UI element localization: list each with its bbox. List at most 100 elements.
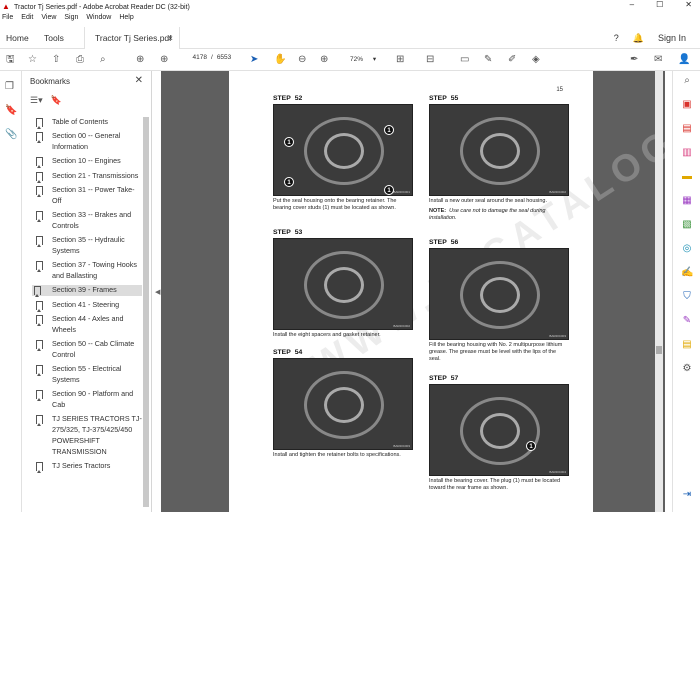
bookmark-icon bbox=[36, 340, 43, 352]
photo-ring bbox=[324, 387, 364, 423]
request-signature-icon[interactable]: ✎ bbox=[681, 315, 693, 327]
edit-pdf-icon[interactable]: ▥ bbox=[681, 147, 693, 159]
step-photo: BAR20C003 bbox=[273, 358, 413, 450]
tab-document[interactable]: Tractor Tj Series.pdf × bbox=[84, 27, 180, 49]
print-icon[interactable]: ⎙ bbox=[76, 53, 84, 67]
bookmark-item[interactable]: Section 21 - Transmissions bbox=[34, 170, 142, 183]
step-caption: Fill the bearing housing with No. 2 mult… bbox=[429, 342, 563, 362]
zoom-in-icon[interactable]: ⊕ bbox=[320, 53, 328, 67]
bookmark-item[interactable]: TJ Series Tractors bbox=[34, 461, 142, 474]
step-caption: Put the seal housing onto the bearing re… bbox=[273, 198, 397, 211]
bookmarks-icon[interactable]: 🔖 bbox=[5, 105, 17, 116]
sign-pen-icon[interactable]: ✒ bbox=[630, 53, 638, 67]
bookmark-item[interactable]: Section 50 -- Cab Climate Control bbox=[34, 339, 142, 361]
comment-icon[interactable]: ▭ bbox=[460, 53, 469, 67]
bookmark-label: Section 90 - Platform and Cab bbox=[52, 389, 134, 410]
close-tab-button[interactable]: × bbox=[168, 27, 173, 49]
bookmark-item[interactable]: Section 41 - Steering bbox=[34, 300, 142, 312]
export-pdf-icon[interactable]: ▣ bbox=[681, 99, 693, 111]
search-icon[interactable]: ⌕ bbox=[100, 53, 106, 67]
bookmark-item[interactable]: Section 31 -- Power Take-Off bbox=[34, 185, 142, 207]
attachments-icon[interactable]: 📎 bbox=[5, 129, 17, 140]
menu-window[interactable]: Window bbox=[86, 14, 111, 26]
bookmark-item[interactable]: Section 37 - Towing Hooks and Ballasting bbox=[34, 260, 142, 282]
highlight-pen-icon[interactable]: ✎ bbox=[484, 53, 492, 67]
close-window-button[interactable]: ✕ bbox=[685, 0, 692, 9]
menu-view[interactable]: View bbox=[41, 14, 56, 26]
bookmark-add-icon[interactable]: 🔖 bbox=[51, 95, 62, 106]
vertical-scrollbar[interactable] bbox=[655, 71, 663, 512]
document-viewer[interactable]: WWW.EPCATALOGS.COM 15 STEP 52 BAR20C001 1 1 1… bbox=[161, 71, 665, 512]
bookmark-item[interactable]: Table of Contents bbox=[34, 117, 142, 129]
bookmark-item[interactable]: Section 35 -- Hydraulic Systems bbox=[34, 235, 142, 257]
bookmarks-scroll-thumb[interactable] bbox=[143, 117, 149, 507]
upload-icon[interactable]: ⇧ bbox=[52, 53, 60, 67]
bookmark-item[interactable]: Section 55 - Electrical Systems bbox=[34, 364, 142, 386]
search-tool-icon[interactable]: ⌕ bbox=[681, 75, 693, 87]
callout-marker: 1 bbox=[384, 125, 394, 135]
menu-help[interactable]: Help bbox=[119, 14, 133, 26]
fill-sign-icon[interactable]: ✍ bbox=[681, 267, 693, 279]
organize-pages-icon[interactable]: ▧ bbox=[681, 219, 693, 231]
notification-bell-icon[interactable]: 🔔 bbox=[633, 33, 644, 44]
chevron-down-icon: ▾ bbox=[372, 56, 377, 63]
comment-tool-icon[interactable]: ▬ bbox=[681, 171, 693, 183]
photo-ring bbox=[324, 133, 364, 169]
scroll-thumb[interactable] bbox=[656, 346, 662, 354]
bookmark-label: Section 00 -- General Information bbox=[52, 131, 121, 152]
sign-in-button[interactable]: Sign In bbox=[658, 33, 686, 43]
bookmark-item[interactable]: TJ SERIES TRACTORS TJ-275/325, TJ-375/42… bbox=[34, 414, 142, 457]
page-thumbnails-icon[interactable]: ❐ bbox=[5, 81, 14, 92]
combine-files-icon[interactable]: ▦ bbox=[681, 195, 693, 207]
bookmark-label: Section 21 - Transmissions bbox=[52, 170, 139, 180]
hand-tool-icon[interactable]: ✋ bbox=[274, 53, 286, 67]
bookmark-item[interactable]: Section 39 - Frames bbox=[32, 285, 142, 298]
step-block: STEP 54 BAR20C003 Install and tighten the r… bbox=[273, 349, 419, 459]
more-tools-icon[interactable]: ⚙ bbox=[681, 363, 693, 375]
bookmarks-scrollbar[interactable] bbox=[143, 117, 149, 507]
bookmark-star-icon[interactable]: ☆ bbox=[28, 53, 37, 67]
menu-file[interactable]: File bbox=[2, 14, 13, 26]
bookmark-item[interactable]: Section 44 - Axles and Wheels bbox=[34, 314, 142, 336]
zoom-select[interactable]: 72% ▾ bbox=[350, 55, 376, 63]
bookmark-item[interactable]: Section 33 -- Brakes and Controls bbox=[34, 210, 142, 232]
bookmark-options-icon[interactable]: ☰▾ bbox=[30, 95, 43, 106]
bookmark-icon bbox=[36, 300, 43, 312]
bookmark-item[interactable]: Section 10 -- Engines bbox=[34, 156, 142, 169]
page-number-input[interactable]: 4178 bbox=[183, 54, 207, 61]
bookmark-icon bbox=[36, 415, 43, 427]
share-user-icon[interactable]: 👤 bbox=[678, 53, 690, 67]
bookmark-item[interactable]: Section 90 - Platform and Cab bbox=[34, 389, 142, 411]
bookmarks-title: Bookmarks bbox=[30, 77, 71, 86]
fit-page-icon[interactable]: ⊞ bbox=[396, 53, 404, 67]
window-controls: – ☐ ✕ bbox=[630, 0, 692, 9]
create-pdf-icon[interactable]: ▤ bbox=[681, 123, 693, 135]
save-icon[interactable]: 🖫 bbox=[6, 53, 15, 67]
menu-sign[interactable]: Sign bbox=[64, 14, 78, 26]
stamp-icon[interactable]: ◈ bbox=[532, 53, 540, 67]
next-page-icon[interactable]: ⊕ bbox=[160, 53, 168, 67]
help-icon[interactable]: ? bbox=[614, 33, 619, 43]
tab-home[interactable]: Home bbox=[6, 27, 29, 49]
send-for-comments-icon[interactable]: ▤ bbox=[681, 339, 693, 351]
minimize-button[interactable]: – bbox=[630, 0, 634, 9]
maximize-button[interactable]: ☐ bbox=[656, 0, 663, 9]
step-title: STEP 57 bbox=[429, 375, 575, 384]
step-number: 56 bbox=[450, 239, 459, 246]
bookmark-label: TJ Series Tractors bbox=[52, 461, 111, 471]
email-icon[interactable]: ✉ bbox=[654, 53, 662, 67]
compress-pdf-icon[interactable]: ◎ bbox=[681, 243, 693, 255]
zoom-out-icon[interactable]: ⊖ bbox=[298, 53, 306, 67]
close-panel-icon[interactable]: ✕ bbox=[135, 75, 143, 86]
scrolling-mode-icon[interactable]: ⊟ bbox=[426, 53, 434, 67]
expand-panel-icon[interactable]: ⇥ bbox=[681, 489, 693, 501]
draw-icon[interactable]: ✐ bbox=[508, 53, 516, 67]
prev-page-icon[interactable]: ⊕ bbox=[136, 53, 144, 67]
select-cursor-icon[interactable]: ➤ bbox=[250, 53, 258, 67]
menu-edit[interactable]: Edit bbox=[21, 14, 33, 26]
bookmark-item[interactable]: Section 00 -- General Information bbox=[34, 131, 142, 153]
collapse-panel-icon[interactable]: ◀ bbox=[155, 288, 160, 296]
tab-tools[interactable]: Tools bbox=[44, 27, 64, 49]
protect-icon[interactable]: ⛉ bbox=[681, 291, 693, 303]
bookmark-label: Section 10 -- Engines bbox=[52, 156, 121, 166]
